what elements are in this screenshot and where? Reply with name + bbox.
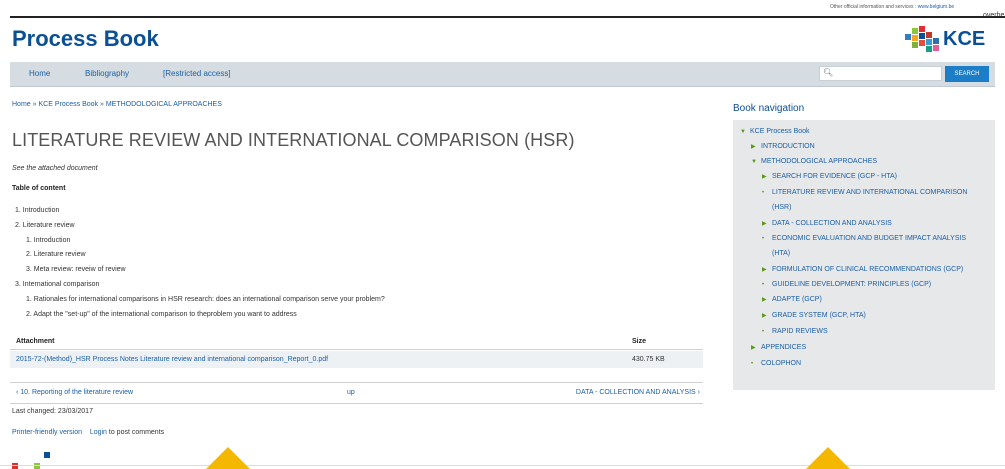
site-title[interactable]: Process Book: [12, 26, 159, 52]
belgium-link[interactable]: www.belgium.be: [918, 4, 954, 10]
truncated-text: overhe: [983, 12, 1005, 19]
leaf-icon: •: [762, 190, 765, 196]
search-icon: 🔍︎: [823, 68, 834, 77]
toc-item: 3. Meta review: reveiw of review: [26, 266, 126, 273]
nav-home[interactable]: Home: [29, 69, 50, 78]
collapsed-icon: ▶: [762, 221, 767, 227]
last-changed: Last changed: 23/03/2017: [12, 408, 93, 415]
attachment-table-header: Attachment Size: [10, 335, 703, 350]
footer-square-icon: [12, 463, 18, 469]
arrow-up-icon: [806, 447, 850, 469]
book-nav-item[interactable]: ▶ APPENDICES: [751, 344, 806, 351]
collapsed-icon: ▶: [762, 267, 767, 273]
book-nav-item[interactable]: ▼ METHODOLOGICAL APPROACHES: [751, 158, 877, 165]
toc-heading: Table of content: [12, 185, 66, 192]
table-row: 2015-72-(Method)_HSR Process Notes Liter…: [10, 351, 703, 368]
book-nav-item[interactable]: • COLOPHON: [751, 360, 801, 367]
kce-logo[interactable]: KCE: [903, 24, 998, 58]
book-nav-item[interactable]: ▶ INTRODUCTION: [751, 143, 815, 150]
printer-friendly-link[interactable]: Printer-friendly version: [12, 429, 82, 436]
pager-up[interactable]: up: [347, 389, 355, 396]
page-title: LITERATURE REVIEW AND INTERNATIONAL COMP…: [12, 130, 575, 150]
col-attachment: Attachment: [16, 338, 55, 345]
book-nav-item[interactable]: ▶ DATA - COLLECTION AND ANALYSIS: [762, 220, 892, 227]
search-button[interactable]: SEARCH: [945, 66, 989, 82]
pager-prev[interactable]: ‹ 10. Reporting of the literature review: [16, 389, 133, 396]
book-nav-item-active[interactable]: • LITERATURE REVIEW AND INTERNATIONAL COM…: [762, 189, 967, 196]
toc-item: 2. Adapt the "set-up" of the internation…: [26, 311, 297, 318]
breadcrumb-sep: »: [99, 101, 104, 108]
attachment-size: 430.75 KB: [632, 356, 665, 363]
collapsed-icon: ▶: [762, 174, 767, 180]
leaf-icon: •: [762, 236, 765, 242]
official-text: Other official information and services …: [830, 4, 917, 10]
book-navigation-title: Book navigation: [733, 103, 805, 114]
collapsed-icon: ▶: [751, 144, 756, 150]
node-links: Printer-friendly version Login to post c…: [12, 429, 164, 436]
nav-bibliography[interactable]: Bibliography: [85, 69, 129, 78]
book-nav-item[interactable]: ▶ SEARCH FOR EVIDENCE (GCP - HTA): [762, 173, 897, 180]
book-nav-item-cont[interactable]: (HTA): [772, 250, 790, 257]
book-nav-item[interactable]: ▶ FORMULATION OF CLINICAL RECOMMENDATIONS…: [762, 266, 963, 273]
collapsed-icon: ▶: [762, 297, 767, 303]
breadcrumb-home[interactable]: Home: [12, 101, 31, 108]
leaf-icon: •: [762, 329, 765, 335]
kce-logo-mark-icon: [905, 26, 939, 52]
nav-restricted-access[interactable]: [Restricted access]: [163, 69, 231, 78]
top-rule: [10, 16, 1005, 18]
col-size: Size: [632, 338, 647, 345]
attachment-link[interactable]: 2015-72-(Method)_HSR Process Notes Liter…: [16, 356, 328, 363]
toc-item: 1. Rationales for international comparis…: [26, 296, 385, 303]
toc-item: 1. Introduction: [26, 237, 71, 244]
search-input[interactable]: 🔍︎: [819, 66, 942, 81]
logo-text: KCE: [943, 28, 986, 50]
leaf-icon: •: [751, 361, 754, 367]
toc-item: 3. International comparison: [15, 281, 100, 288]
book-nav-item[interactable]: • ECONOMIC EVALUATION AND BUDGET IMPACT A…: [762, 235, 966, 242]
breadcrumb-section[interactable]: METHODOLOGICAL APPROACHES: [106, 101, 222, 108]
login-link[interactable]: Login: [90, 429, 107, 436]
expanded-icon: ▼: [740, 129, 746, 135]
book-nav-item-cont[interactable]: (HSR): [772, 204, 791, 211]
toc-item: 2. Literature review: [26, 251, 86, 258]
book-nav-item[interactable]: • GUIDELINE DEVELOPMENT: PRINCIPLES (GCP): [762, 281, 931, 288]
pager-next[interactable]: DATA - COLLECTION AND ANALYSIS ›: [576, 389, 700, 396]
arrow-up-icon: [206, 447, 250, 469]
login-suffix: to post comments: [106, 429, 165, 436]
breadcrumb-sep: »: [32, 101, 37, 108]
book-pager: ‹ 10. Reporting of the literature review…: [10, 382, 703, 404]
breadcrumb: Home » KCE Process Book » METHODOLOGICAL…: [12, 101, 222, 108]
book-nav-item[interactable]: ▶ GRADE SYSTEM (GCP, HTA): [762, 312, 866, 319]
leaf-icon: •: [762, 282, 765, 288]
collapsed-icon: ▶: [751, 345, 756, 351]
expanded-icon: ▼: [751, 159, 757, 165]
footer-square-icon: [44, 452, 50, 458]
footer-rule: [0, 465, 1005, 466]
toc-item: 2. Literature review: [15, 222, 75, 229]
book-nav-item[interactable]: ▼ KCE Process Book: [740, 128, 810, 135]
toc-item: 1. Introduction: [15, 207, 60, 214]
intro-text: See the attached document: [12, 165, 98, 172]
book-nav-item[interactable]: • RAPID REVIEWS: [762, 328, 828, 335]
book-nav-item[interactable]: ▶ ADAPTE (GCP): [762, 296, 822, 303]
official-info: Other official information and services …: [830, 4, 954, 10]
footer-square-icon: [34, 463, 40, 469]
breadcrumb-book[interactable]: KCE Process Book: [39, 101, 99, 108]
collapsed-icon: ▶: [762, 313, 767, 319]
